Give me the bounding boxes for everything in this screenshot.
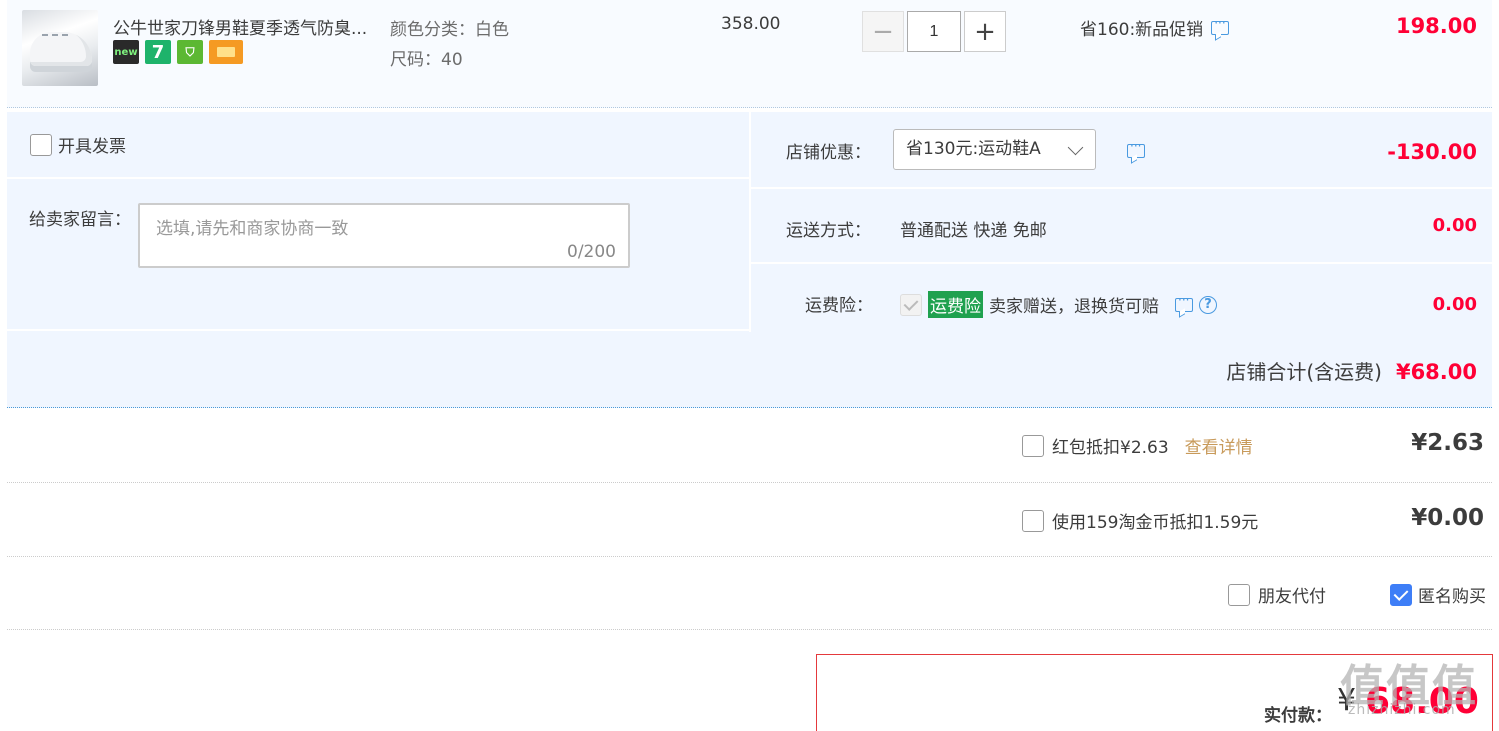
shop-discount-row: 店铺优惠： -130.00 — [751, 112, 1492, 189]
decrease-quantity-button[interactable]: − — [862, 11, 904, 52]
red-packet-detail-link[interactable]: 查看详情 — [1185, 433, 1253, 458]
product-thumbnail[interactable] — [22, 10, 98, 86]
final-label: 实付款： — [1264, 706, 1332, 726]
guarantee-icon: ⛉ — [177, 40, 203, 64]
item-promotion: 省160:新品促销 — [1080, 15, 1230, 40]
shipping-method: 普通配送 快递 免邮 — [900, 221, 1047, 241]
insurance-chat-icon[interactable] — [1175, 293, 1193, 312]
message-placeholder: 选填,请先和商家协商一致 — [156, 219, 349, 239]
anonymous-option: 匿名购买 — [1390, 582, 1486, 607]
quantity-stepper: − + — [862, 11, 1006, 52]
discount-chat-icon[interactable] — [1127, 139, 1145, 158]
service-badges: new 7 ⛉ — [113, 40, 243, 64]
order-options-panel: 开具发票 给卖家留言： 选填,请先和商家协商一致 0/200 店铺优惠： -13… — [7, 112, 1492, 408]
shop-discount-select[interactable]: 省130元:运动鞋A — [893, 129, 1096, 170]
red-packet-amount: ¥2.63 — [1411, 430, 1484, 456]
coins-option: 使用159淘金币抵扣1.59元 — [1022, 508, 1258, 533]
seven-day-return-icon: 7 — [145, 40, 171, 64]
insurance-desc: 卖家赠送，退换货可赔 — [989, 297, 1159, 317]
shop-total-label: 店铺合计(含运费) — [1226, 360, 1382, 384]
shop-discount-selected: 省130元:运动鞋A — [906, 139, 1041, 159]
chat-icon[interactable] — [1211, 16, 1230, 35]
help-icon[interactable]: ? — [1199, 295, 1217, 314]
seller-message-input[interactable]: 选填,请先和商家协商一致 0/200 — [138, 203, 630, 268]
insurance-amount: 0.00 — [1432, 294, 1477, 315]
friend-pay-checkbox[interactable] — [1228, 583, 1250, 606]
sku-color: 颜色分类：白色 — [390, 20, 509, 40]
order-item-row: 公牛世家刀锋男鞋夏季透气防臭... new 7 ⛉ 颜色分类：白色 尺码：40 … — [7, 0, 1492, 108]
red-packet-option: 红包抵扣¥2.63 查看详情 — [1022, 433, 1253, 458]
quantity-input[interactable] — [907, 11, 961, 52]
insurance-tag: 运费险 — [928, 291, 983, 318]
shipping-amount: 0.00 — [1432, 215, 1477, 236]
message-char-count: 0/200 — [567, 242, 616, 262]
shipping-insurance-row: 运费险： 运费险 卖家赠送，退换货可赔 ? 0.00 — [751, 264, 1492, 332]
red-packet-checkbox[interactable] — [1022, 434, 1044, 457]
seller-message-label: 给卖家留言： — [29, 210, 131, 230]
insurance-checkbox — [900, 293, 922, 316]
coins-checkbox[interactable] — [1022, 509, 1044, 532]
divider — [7, 482, 1492, 483]
chevron-down-icon — [1067, 139, 1084, 156]
shop-discount-label: 店铺优惠： — [786, 143, 871, 163]
new-badge-icon: new — [113, 40, 139, 64]
coins-amount: ¥0.00 — [1411, 505, 1484, 531]
product-title[interactable]: 公牛世家刀锋男鞋夏季透气防臭... — [113, 14, 367, 39]
divider — [7, 556, 1492, 557]
shipping-label: 运送方式： — [786, 221, 871, 241]
divider — [7, 629, 1492, 630]
shop-total-amount: ¥68.00 — [1395, 360, 1477, 384]
red-packet-label: 红包抵扣¥2.63 — [1052, 438, 1169, 458]
item-subtotal: 198.00 — [1395, 14, 1477, 38]
sku-size: 尺码：40 — [390, 50, 463, 70]
unit-price: 358.00 — [721, 14, 781, 34]
anonymous-checkbox[interactable] — [1390, 583, 1412, 606]
coins-label: 使用159淘金币抵扣1.59元 — [1052, 513, 1259, 533]
invoice-label: 开具发票 — [58, 137, 126, 157]
anonymous-label: 匿名购买 — [1418, 587, 1486, 607]
friend-pay-label: 朋友代付 — [1258, 587, 1326, 607]
shoe-lace — [42, 34, 68, 44]
insurance-label: 运费险： — [805, 296, 873, 316]
credit-card-icon — [209, 40, 243, 64]
shop-discount-amount: -130.00 — [1387, 140, 1477, 164]
invoice-checkbox[interactable] — [30, 133, 52, 156]
watermark-url: zhizhizhi.com — [1348, 702, 1456, 718]
shipping-row: 运送方式： 普通配送 快递 免邮 0.00 — [751, 189, 1492, 264]
friend-pay-option: 朋友代付 — [1228, 582, 1326, 607]
increase-quantity-button[interactable]: + — [964, 11, 1006, 52]
promotion-text: 省160:新品促销 — [1080, 20, 1204, 40]
invoice-section: 开具发票 — [7, 112, 749, 179]
